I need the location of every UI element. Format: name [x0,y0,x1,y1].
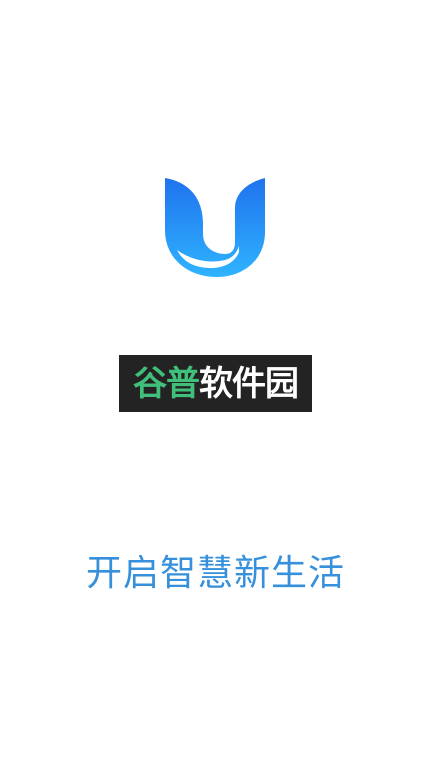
stylized-u-logo-icon [165,178,265,277]
watermark-part-green: 谷普 [133,363,200,404]
watermark-logo: 谷普 软件园 [119,355,312,412]
watermark-part-white: 软件园 [199,363,299,404]
slogan-text: 开启智慧新生活 [85,553,345,594]
splash-screen: 谷普 软件园 开启智慧新生活 [0,0,431,767]
